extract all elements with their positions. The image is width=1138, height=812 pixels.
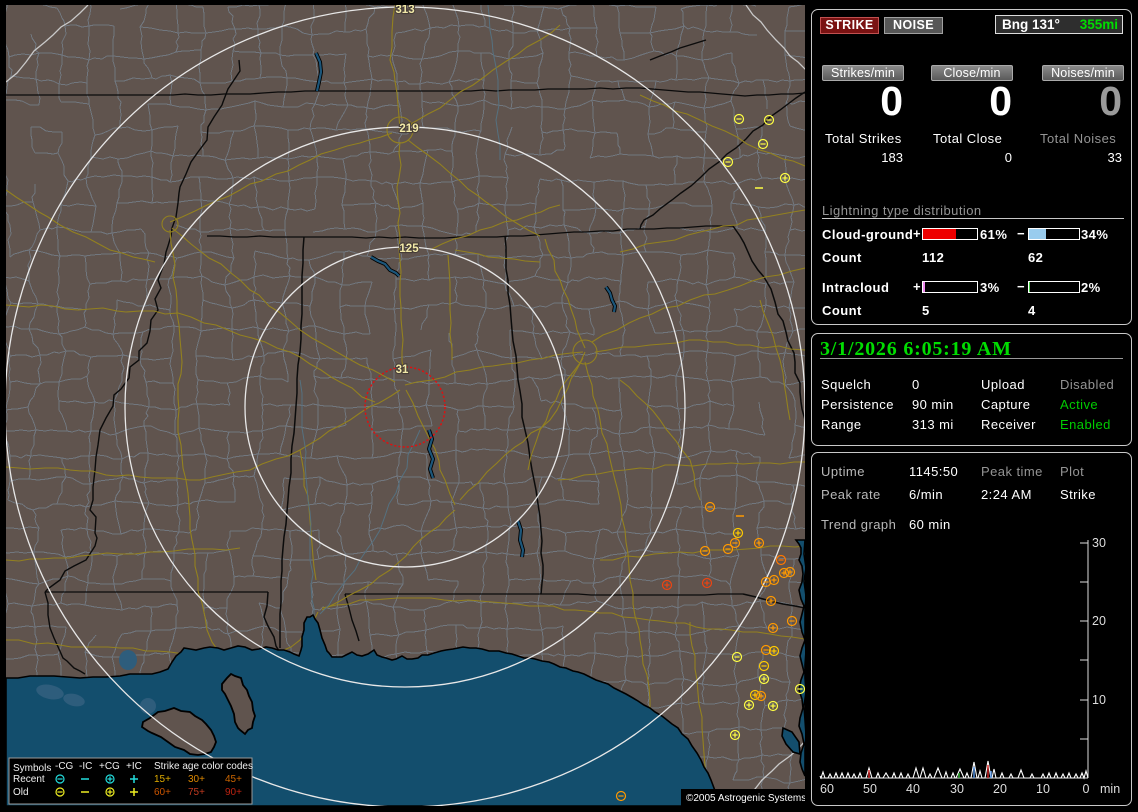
svg-text:min: min: [1100, 782, 1120, 796]
svg-text:30: 30: [950, 782, 964, 796]
svg-text:0: 0: [1083, 782, 1090, 796]
svg-text:50: 50: [863, 782, 877, 796]
svg-text:20: 20: [993, 782, 1007, 796]
svg-text:30: 30: [1092, 536, 1106, 550]
svg-text:20: 20: [1092, 614, 1106, 628]
svg-text:10: 10: [1036, 782, 1050, 796]
svg-text:10: 10: [1092, 693, 1106, 707]
svg-text:40: 40: [906, 782, 920, 796]
svg-text:60: 60: [820, 782, 834, 796]
